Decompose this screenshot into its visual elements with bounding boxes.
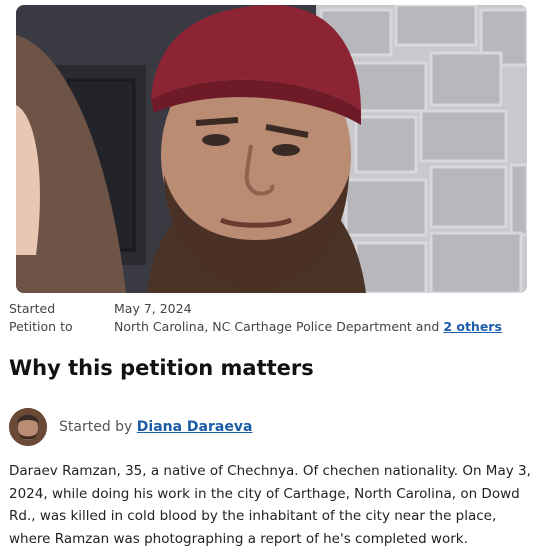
person-photo-icon: [16, 5, 527, 293]
user-avatar-icon[interactable]: [9, 408, 47, 446]
petition-description: Daraev Ramzan, 35, a native of Chechnya.…: [9, 463, 531, 547]
others-link[interactable]: 2 others: [443, 319, 502, 334]
section-heading: Why this petition matters: [9, 356, 314, 380]
petition-photo: [16, 5, 527, 293]
started-by-label: Started by: [59, 419, 133, 435]
petition-to-value: North Carolina, NC Carthage Police Depar…: [114, 318, 502, 336]
petition-targets: North Carolina, NC Carthage Police Depar…: [114, 319, 440, 334]
petition-to-label: Petition to: [9, 319, 73, 334]
started-date: May 7, 2024: [114, 301, 192, 316]
petition-meta: Started May 7, 2024 Petition to North Ca…: [9, 300, 502, 336]
starter-name-link[interactable]: Diana Daraeva: [137, 419, 253, 435]
petition-to-row: Petition to North Carolina, NC Carthage …: [9, 318, 502, 336]
started-row: Started May 7, 2024: [9, 300, 502, 318]
starter-text: Started by Diana Daraeva: [59, 419, 252, 435]
starter-row: Started by Diana Daraeva: [9, 408, 252, 446]
started-label: Started: [9, 301, 56, 316]
